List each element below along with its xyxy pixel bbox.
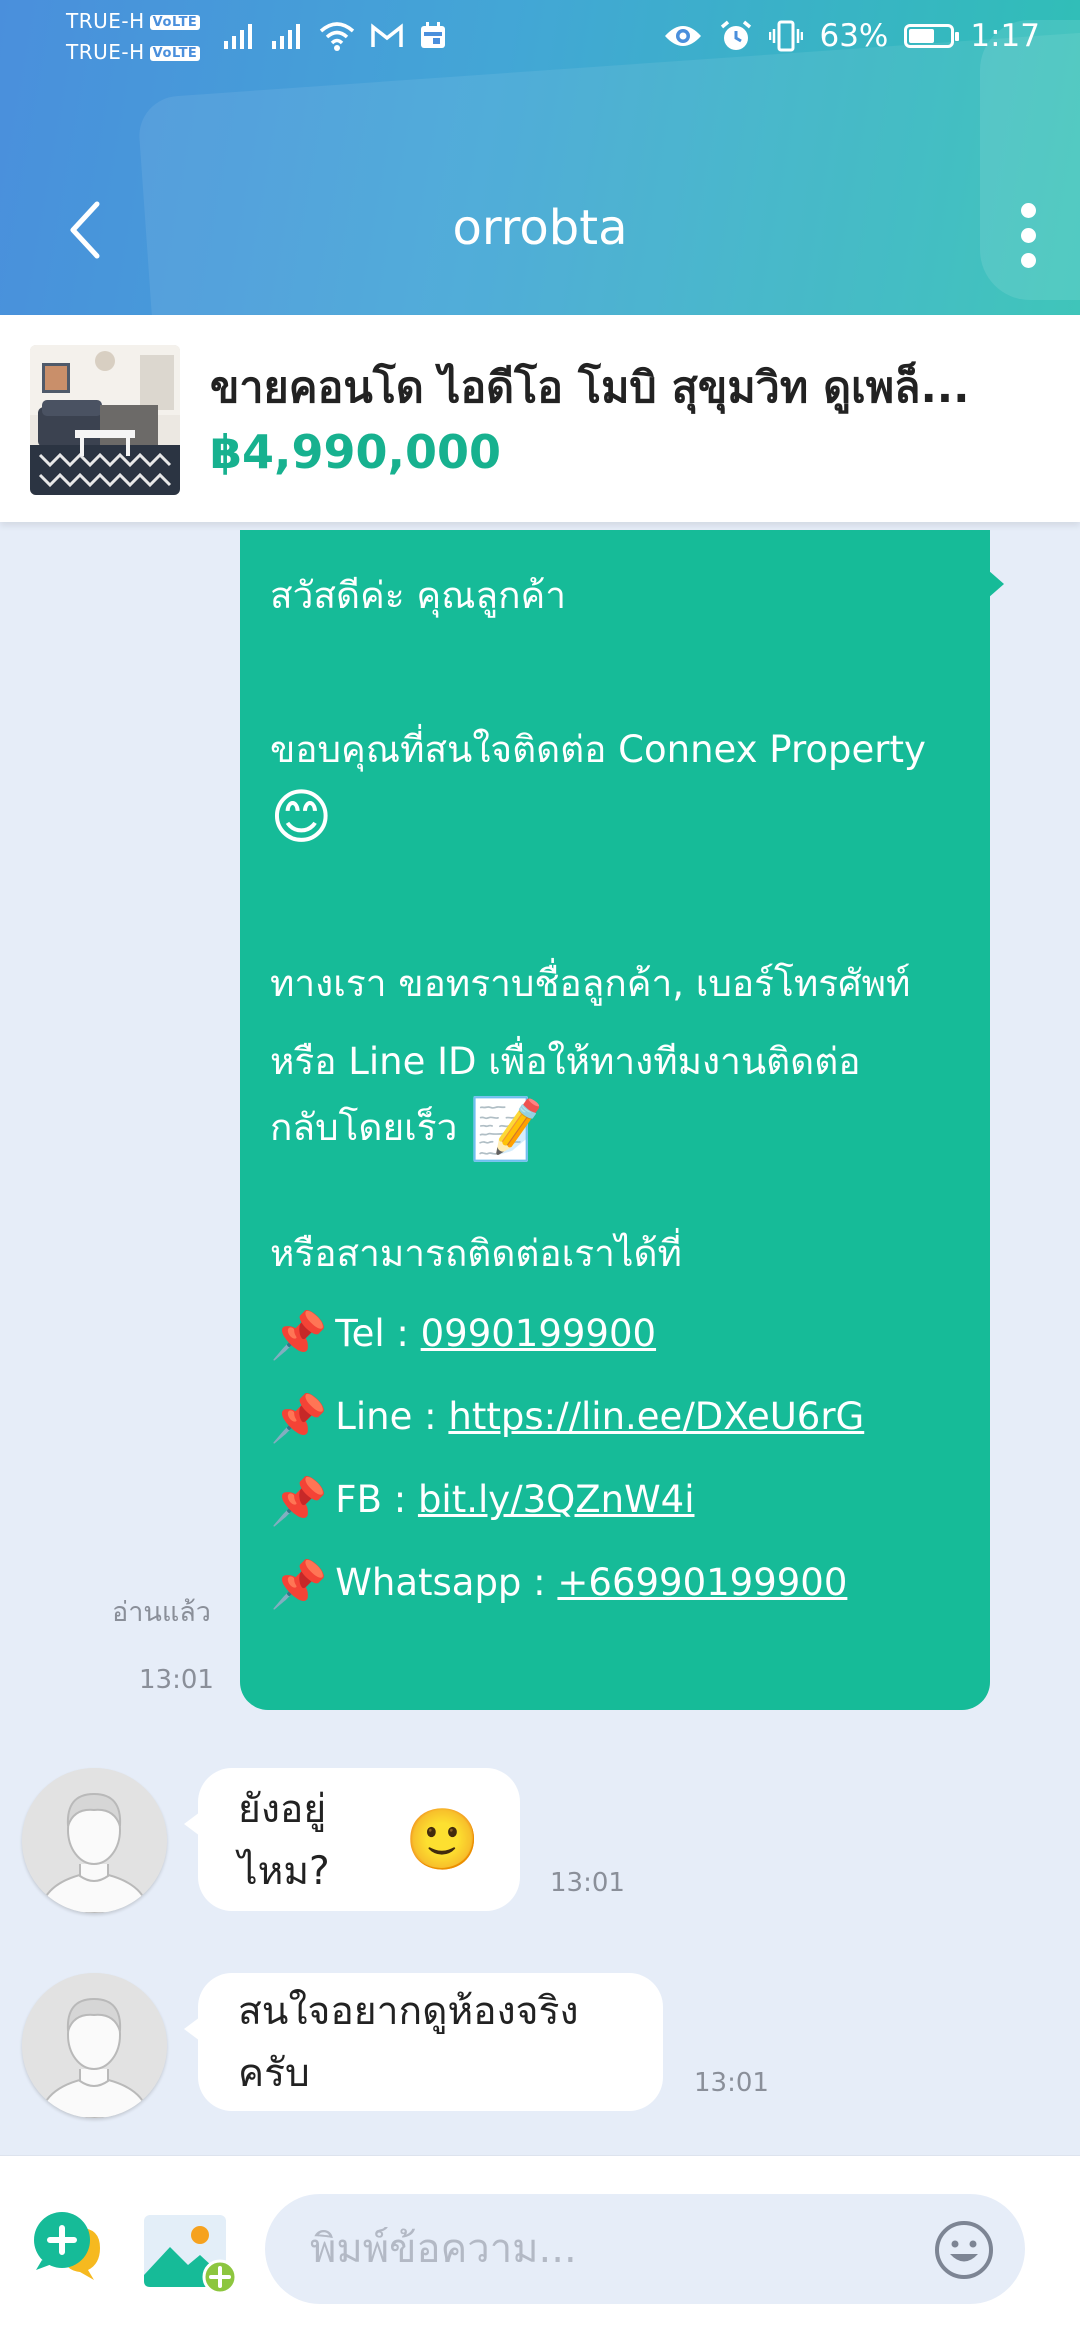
incoming-message-bubble: สนใจอยากดูห้องจริงครับ — [184, 1973, 663, 2111]
pushpin-icon: 📌 — [270, 1308, 328, 1362]
memo-emoji-icon: 📝 — [469, 1094, 544, 1165]
image-picker-button[interactable] — [142, 2211, 238, 2296]
gmail-icon — [371, 23, 403, 47]
status-icons-left — [222, 14, 448, 58]
outgoing-message-bubble: สวัสดีค่ะ คุณลูกค้า ขอบคุณที่สนใจติดต่อ … — [240, 530, 1004, 1710]
app-header: TRUE-H VoLTE TRUE-H VoLTE 63% 1:17 orrobta — [0, 0, 1080, 315]
alarm-icon — [721, 20, 752, 50]
user-avatar-icon — [22, 1973, 167, 2118]
read-status: อ่านแล้ว — [112, 1597, 211, 1628]
whatsapp-link[interactable]: +66990199900 — [557, 1561, 847, 1604]
message-composer — [0, 2155, 1080, 2341]
more-options-button[interactable] — [998, 195, 1058, 275]
status-bar: TRUE-H VoLTE TRUE-H VoLTE 63% 1:17 — [0, 0, 1080, 75]
contact-whatsapp: 📌 Whatsapp : +66990199900 — [270, 1557, 848, 1611]
message-line: หรือ Line ID เพื่อให้ทางทีมงานติดต่อ — [270, 1040, 861, 1083]
listing-card[interactable]: ขายคอนโด ไอดีโอ โมบิ สุขุมวิท ดูเพล็... … — [0, 315, 1080, 522]
avatar[interactable] — [22, 1973, 167, 2118]
message-line: หรือสามารถติดต่อเราได้ที่ — [270, 1232, 682, 1275]
emoji-icon — [935, 2221, 993, 2279]
listing-title: ขายคอนโด ไอดีโอ โมบิ สุขุมวิท ดูเพล็... — [210, 363, 970, 413]
battery-icon — [904, 24, 960, 48]
more-vertical-icon — [1020, 202, 1036, 218]
carrier-2: TRUE-H VoLTE — [66, 40, 201, 64]
battery-level — [909, 29, 935, 43]
chat-title: orrobta — [452, 200, 628, 256]
clock: 1:17 — [970, 18, 1040, 54]
signal-icon — [272, 24, 300, 49]
listing-thumbnail — [30, 345, 180, 495]
contact-line: 📌 Line : https://lin.ee/DXeU6rG — [270, 1391, 865, 1445]
status-icons-right: 63% 1:17 — [663, 14, 1040, 58]
smile-emoji-icon: 😊 — [270, 782, 333, 853]
incoming-message-bubble: ยังอยู่ไหม? 🙂 — [184, 1768, 520, 1911]
wifi-icon — [319, 22, 355, 51]
message-text: สนใจอยากดูห้องจริงครับ — [238, 1989, 579, 2096]
message-line: 😊 — [270, 776, 960, 856]
message-line: สวัสดีค่ะ คุณลูกค้า — [270, 574, 567, 617]
signal-icon — [224, 24, 252, 49]
message-line: ทางเรา ขอทราบชื่อลูกค้า, เบอร์โทรศัพท์ — [270, 962, 911, 1005]
user-avatar-icon — [22, 1768, 167, 1913]
vibrate-icon — [769, 20, 804, 52]
pushpin-icon: 📌 — [270, 1391, 328, 1445]
avatar[interactable] — [22, 1768, 167, 1913]
carrier-1: TRUE-H VoLTE — [66, 9, 201, 33]
message-time: 13:01 — [694, 2068, 769, 2098]
battery-percent: 63% — [819, 18, 889, 54]
eye-icon — [665, 26, 702, 46]
message-input[interactable] — [265, 2194, 1025, 2304]
contact-fb: 📌 FB : bit.ly/3QZnW4i — [270, 1474, 695, 1528]
slight-smile-emoji-icon: 🙂 — [405, 1805, 480, 1875]
listing-price: ฿4,990,000 — [210, 425, 502, 479]
message-line: ขอบคุณที่สนใจติดต่อ Connex Property — [270, 728, 926, 771]
quick-reply-button[interactable] — [30, 2208, 110, 2288]
contact-tel: 📌 Tel : 0990199900 — [270, 1308, 657, 1362]
message-line: กลับโดยเร็ว 📝 — [270, 1094, 544, 1165]
fb-link[interactable]: bit.ly/3QZnW4i — [418, 1478, 695, 1521]
line-link[interactable]: https://lin.ee/DXeU6rG — [448, 1395, 864, 1438]
pushpin-icon: 📌 — [270, 1474, 328, 1528]
message-time: 13:01 — [139, 1665, 214, 1695]
quick-reply-icon — [34, 2212, 100, 2280]
emoji-button[interactable] — [933, 2219, 995, 2281]
message-text: ยังอยู่ไหม? — [238, 1786, 330, 1894]
image-picker-icon — [144, 2215, 238, 2295]
message-time: 13:01 — [550, 1868, 625, 1898]
calendar-icon — [421, 22, 445, 48]
tel-link[interactable]: 0990199900 — [421, 1312, 656, 1355]
pushpin-icon: 📌 — [270, 1557, 328, 1611]
